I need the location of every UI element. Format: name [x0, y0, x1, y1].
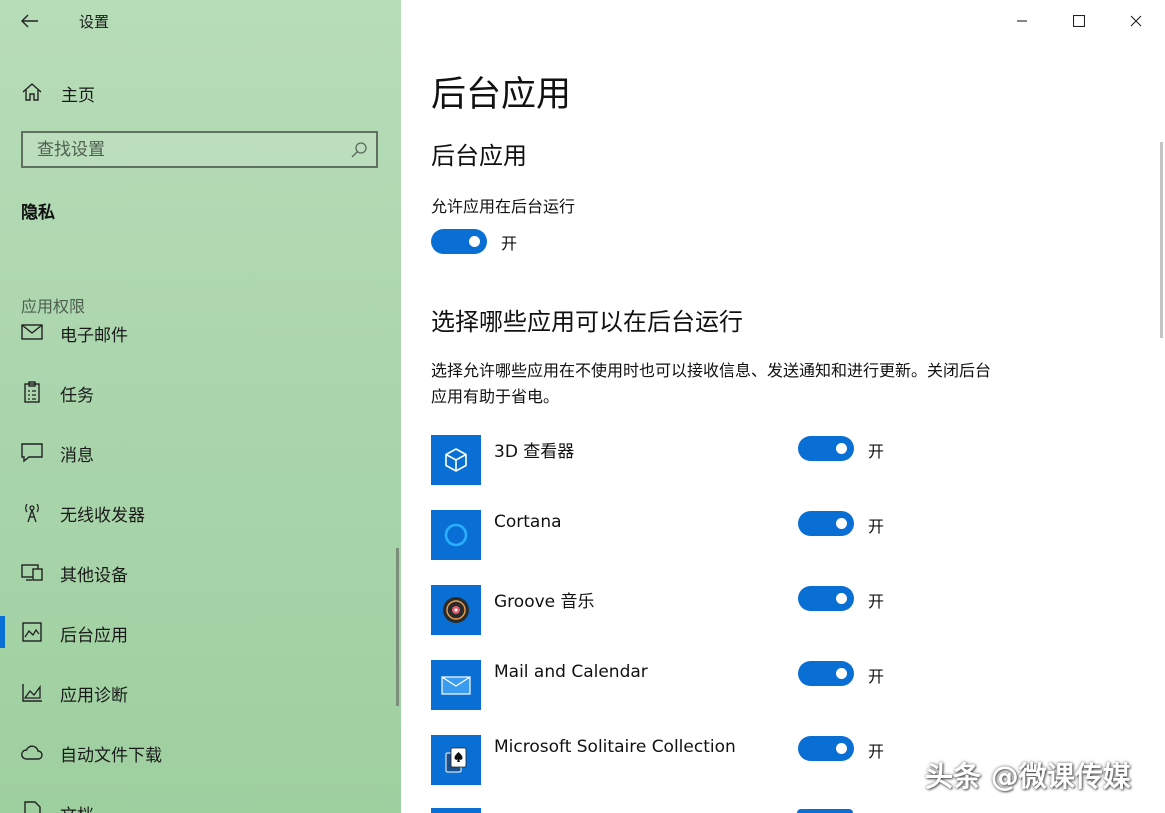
app-tile — [431, 660, 481, 710]
allow-background-toggle[interactable] — [431, 229, 487, 254]
home-nav-item[interactable]: 主页 — [0, 70, 401, 114]
sidebar-scrollbar[interactable] — [396, 548, 399, 706]
toggle-knob — [469, 236, 480, 247]
close-button[interactable] — [1107, 0, 1164, 42]
sidebar-item-label: 其他设备 — [60, 566, 128, 586]
app-tile — [431, 435, 481, 485]
app-tile — [431, 510, 481, 560]
app-state: 开 — [868, 742, 885, 761]
message-icon — [21, 443, 43, 463]
sidebar-item-label: 电子邮件 — [60, 326, 128, 346]
toggle-knob — [836, 743, 847, 754]
radio-antenna-icon — [25, 503, 39, 523]
envelope-icon — [441, 676, 471, 695]
app-state: 开 — [868, 517, 885, 536]
toggle-knob — [836, 593, 847, 604]
mail-icon — [21, 324, 43, 340]
app-toggle-groove-music[interactable] — [798, 586, 854, 611]
app-state: 开 — [868, 442, 885, 461]
title-bar-left: 设置 — [0, 0, 401, 42]
sidebar-item-auto-downloads[interactable]: 自动文件下载 — [0, 728, 396, 776]
sidebar: 设置 主页 隐私 应用权限 电子邮件 任务 消息 无线收发器 其他设备 — [0, 0, 401, 813]
maximize-button[interactable] — [1050, 0, 1107, 42]
sidebar-item-label: 自动文件下载 — [60, 746, 162, 766]
back-button[interactable] — [14, 6, 46, 36]
app-state: 开 — [868, 592, 885, 611]
section-heading-choose-apps: 选择哪些应用可以在后台运行 — [431, 308, 743, 336]
close-icon — [1130, 15, 1141, 27]
maximize-icon — [1072, 15, 1085, 27]
page-title: 后台应用 — [431, 75, 572, 115]
allow-background-label: 允许应用在后台运行 — [431, 197, 576, 216]
app-name: Cortana — [494, 512, 562, 532]
home-label: 主页 — [61, 86, 95, 106]
app-name: Groove 音乐 — [494, 592, 595, 612]
app-toggle-solitaire[interactable] — [798, 736, 854, 761]
back-arrow-icon — [21, 14, 38, 28]
clipboard-icon — [24, 381, 40, 403]
content-scrollbar[interactable] — [1160, 142, 1163, 338]
section-heading-background-apps: 后台应用 — [431, 142, 527, 170]
app-toggle-cortana[interactable] — [798, 511, 854, 536]
minimize-button[interactable] — [993, 0, 1050, 42]
active-indicator — [0, 616, 5, 648]
sidebar-item-tasks[interactable]: 任务 — [0, 368, 396, 416]
sidebar-item-documents[interactable]: 文档 — [0, 788, 396, 813]
section-title: 隐私 — [21, 203, 55, 223]
nav-list: 电子邮件 任务 消息 无线收发器 其他设备 后台应用 应用诊断 自动文件下载 — [0, 318, 401, 813]
sidebar-item-app-diagnostics[interactable]: 应用诊断 — [0, 668, 396, 716]
search-icon[interactable] — [350, 141, 368, 159]
sidebar-item-radios[interactable]: 无线收发器 — [0, 488, 396, 536]
document-icon — [24, 801, 41, 813]
playing-card-icon — [445, 747, 467, 773]
toggle-knob — [836, 518, 847, 529]
group-title: 应用权限 — [21, 297, 86, 316]
content-pane: 后台应用 后台应用 允许应用在后台运行 开 选择哪些应用可以在后台运行 选择允许… — [401, 0, 1165, 813]
app-toggle-mail-calendar[interactable] — [798, 661, 854, 686]
sidebar-item-background-apps[interactable]: 后台应用 — [0, 608, 396, 656]
app-name: 3D 查看器 — [494, 442, 575, 462]
music-disc-icon — [443, 597, 469, 623]
sidebar-item-label: 文档 — [60, 801, 94, 813]
sidebar-item-label: 消息 — [60, 446, 94, 466]
cortana-ring-icon — [444, 523, 468, 547]
description-text: 选择允许哪些应用在不使用时也可以接收信息、发送通知和进行更新。关闭后台应用有助于… — [431, 361, 992, 406]
window-title: 设置 — [79, 13, 110, 31]
app-toggle-partial[interactable] — [797, 809, 853, 813]
app-tile — [431, 735, 481, 785]
sidebar-item-email[interactable]: 电子邮件 — [0, 318, 396, 356]
watermark: 头条 @微课传媒 — [925, 760, 1131, 793]
sidebar-item-messaging[interactable]: 消息 — [0, 428, 396, 476]
app-name: Mail and Calendar — [494, 662, 648, 682]
search-box — [21, 131, 378, 168]
sidebar-item-label: 后台应用 — [60, 626, 128, 646]
app-tile-partial — [431, 808, 481, 813]
app-name: Microsoft Solitaire Collection — [494, 737, 736, 757]
minimize-icon — [1016, 20, 1027, 22]
sidebar-item-other-devices[interactable]: 其他设备 — [0, 548, 396, 596]
home-icon — [22, 83, 42, 101]
search-input[interactable] — [23, 133, 357, 166]
sidebar-item-label: 任务 — [60, 386, 94, 406]
cube-icon — [445, 448, 467, 472]
diagnostics-icon — [22, 684, 42, 702]
toggle-knob — [836, 443, 847, 454]
sidebar-item-label: 无线收发器 — [60, 506, 145, 526]
app-state: 开 — [868, 667, 885, 686]
devices-icon — [21, 564, 43, 581]
sidebar-item-label: 应用诊断 — [60, 686, 128, 706]
toggle-knob — [836, 668, 847, 679]
allow-background-state: 开 — [501, 234, 518, 253]
app-tile — [431, 585, 481, 635]
app-toggle-3d-viewer[interactable] — [798, 436, 854, 461]
cloud-icon — [21, 745, 43, 760]
background-apps-icon — [22, 622, 42, 642]
